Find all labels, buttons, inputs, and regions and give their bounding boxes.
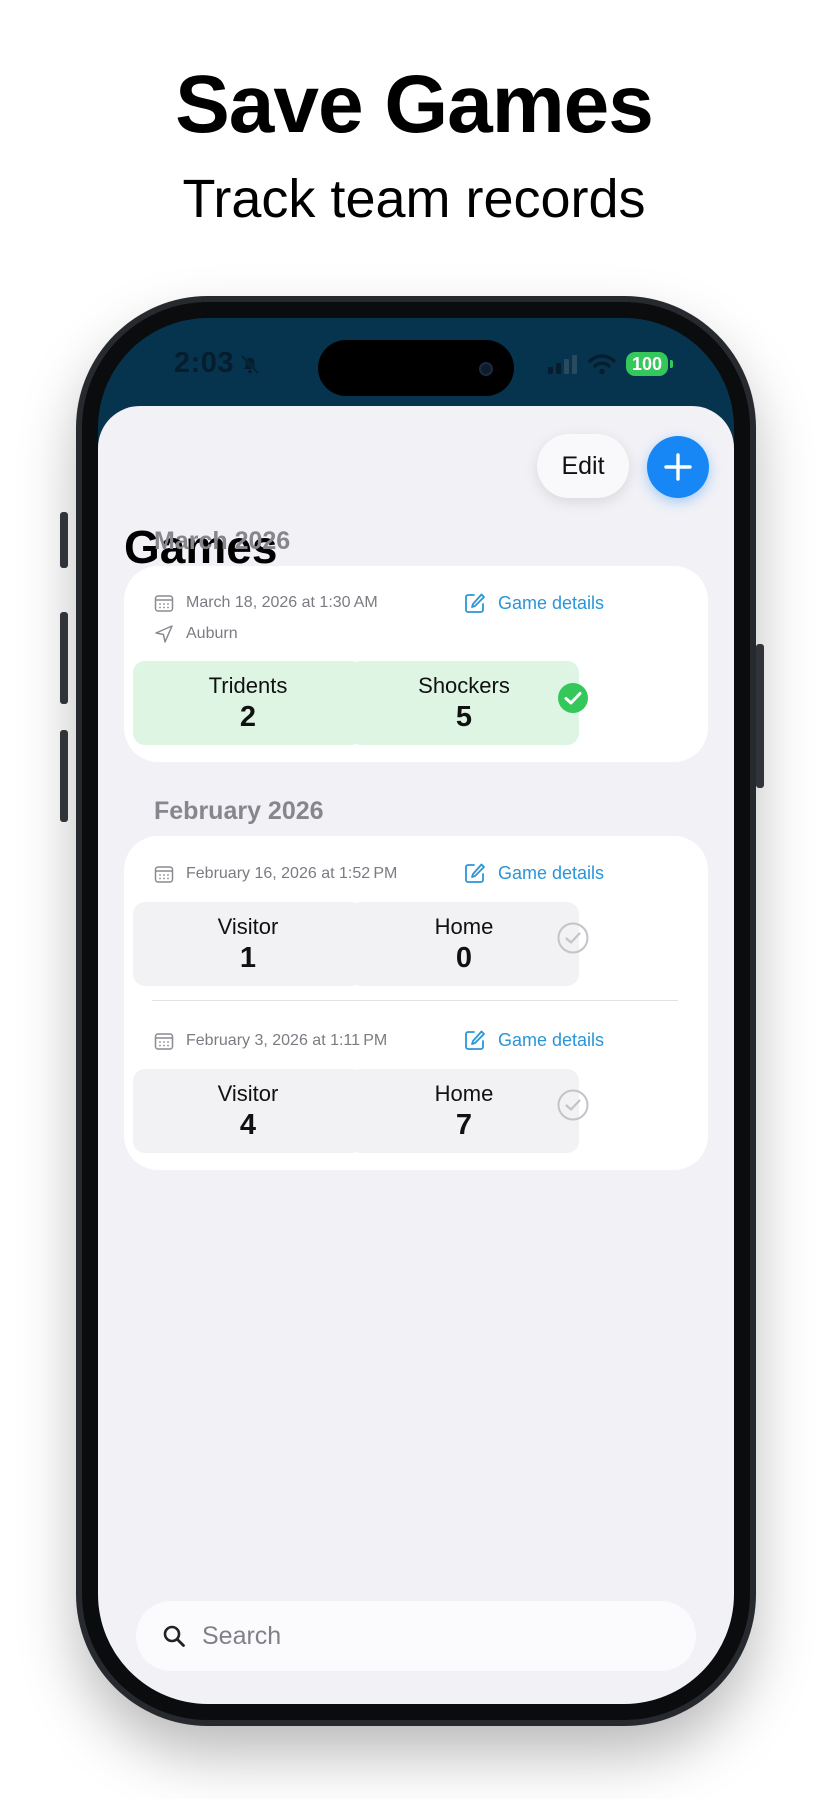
edit-button[interactable]: Edit: [537, 434, 629, 498]
home-score-box: Shockers 5: [349, 661, 579, 745]
away-score-box: Visitor 1: [133, 902, 363, 986]
power-button: [756, 644, 764, 788]
home-team-name: Shockers: [418, 673, 510, 698]
search-icon: [163, 1625, 185, 1647]
away-team-score: 2: [239, 701, 257, 733]
home-team-score: 7: [455, 1109, 473, 1141]
away-team-name: Tridents: [208, 673, 288, 698]
away-team-name: Visitor: [217, 1081, 279, 1106]
plus-icon: [664, 453, 692, 481]
home-team-name: Home: [434, 914, 494, 939]
game-details-label: Game details: [498, 1029, 605, 1050]
section-header-march: March 2026: [154, 527, 291, 555]
hero-subtitle: Track team records: [182, 169, 646, 229]
status-time: 2:03: [174, 347, 262, 380]
away-score-box: Visitor 4: [133, 1069, 363, 1153]
status-indicators: 100: [548, 352, 674, 376]
battery-indicator: 100: [626, 352, 674, 376]
hero-title: Save Games: [175, 59, 654, 150]
away-team-name: Visitor: [217, 914, 279, 939]
game-datetime: March 18, 2026 at 1:30 AM: [154, 593, 378, 613]
wifi-icon: [588, 354, 616, 375]
checkmark-filled-icon[interactable]: [556, 681, 590, 715]
camera-icon: [479, 362, 493, 376]
game-datetime-text: February 16, 2026 at 1:52 PM: [186, 865, 398, 882]
game-details-label: Game details: [498, 592, 605, 613]
home-score-box: Home 7: [349, 1069, 579, 1153]
game-datetime-text: February 3, 2026 at 1:11 PM: [186, 1032, 388, 1049]
game-datetime: February 16, 2026 at 1:52 PM: [154, 864, 397, 884]
row-divider: [152, 1000, 678, 1001]
game-datetime: February 3, 2026 at 1:11 PM: [154, 1031, 387, 1051]
away-team-score: 4: [239, 1109, 257, 1141]
volume-down-button: [60, 730, 68, 822]
game-details-label: Game details: [498, 862, 605, 883]
search-bar[interactable]: Search: [136, 1601, 696, 1671]
edit-note-icon: [465, 863, 485, 883]
add-game-button[interactable]: [647, 436, 709, 498]
edit-note-icon: [465, 1030, 485, 1050]
checkmark-outline-icon[interactable]: [556, 1088, 590, 1122]
game-datetime-text: March 18, 2026 at 1:30 AM: [186, 594, 378, 611]
game-details-link[interactable]: Game details: [464, 862, 604, 884]
game-location: Auburn: [154, 624, 238, 644]
home-team-score: 5: [455, 701, 473, 733]
game-details-link[interactable]: Game details: [464, 1029, 604, 1051]
game-details-link[interactable]: Game details: [464, 592, 604, 614]
game-location-text: Auburn: [186, 625, 238, 642]
away-score-box: Tridents 2: [133, 661, 363, 745]
section-header-february: February 2026: [154, 797, 324, 825]
bell-slash-icon: [240, 354, 260, 374]
volume-up-button: [60, 612, 68, 704]
checkmark-outline-icon[interactable]: [556, 921, 590, 955]
status-time-text: 2:03: [174, 347, 235, 379]
calendar-icon: [154, 866, 174, 883]
location-arrow-icon: [155, 625, 173, 643]
home-team-name: Home: [434, 1081, 494, 1106]
cellular-signal-icon: [548, 355, 577, 374]
calendar-icon: [154, 595, 174, 612]
away-team-score: 1: [239, 942, 257, 974]
action-button: [60, 512, 68, 568]
search-placeholder: Search: [202, 1621, 282, 1650]
home-team-score: 0: [455, 942, 473, 974]
home-score-box: Home 0: [349, 902, 579, 986]
edit-note-icon: [465, 593, 485, 613]
calendar-icon: [154, 1033, 174, 1050]
